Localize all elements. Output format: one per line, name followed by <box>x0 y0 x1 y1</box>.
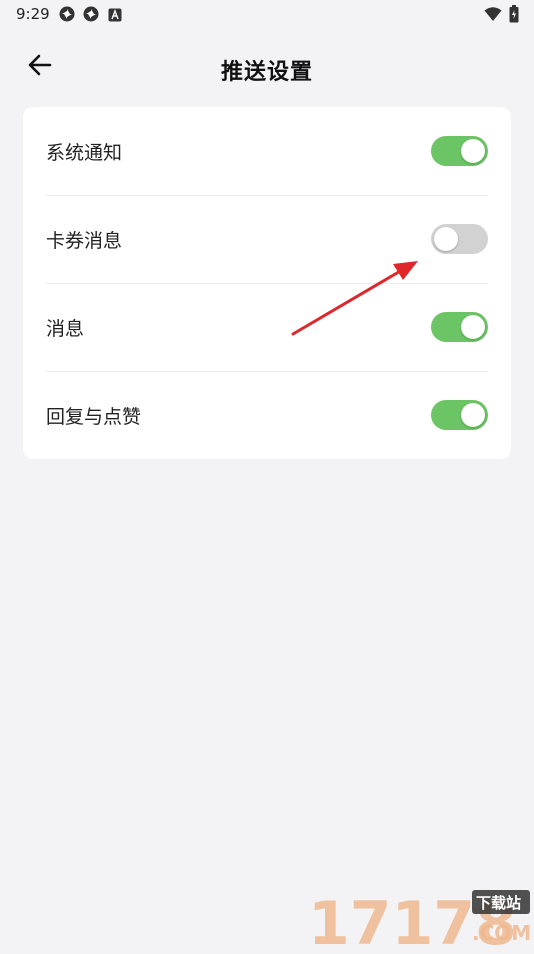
message-toggle[interactable] <box>431 312 488 342</box>
system-notification-toggle[interactable] <box>431 136 488 166</box>
setting-row-reply-like: 回复与点赞 <box>46 371 488 459</box>
pinwheel-icon <box>59 6 75 22</box>
setting-label: 系统通知 <box>46 141 123 164</box>
watermark-tag: 下载站 <box>476 894 521 912</box>
setting-label: 回复与点赞 <box>46 405 142 428</box>
page-title: 推送设置 <box>220 60 313 85</box>
app-a-icon <box>108 7 122 22</box>
setting-row-coupon-message: 卡券消息 <box>46 195 488 284</box>
setting-row-message: 消息 <box>46 283 488 372</box>
watermark-domain: .COM <box>472 921 531 945</box>
wifi-icon <box>484 6 502 22</box>
settings-card: 系统通知 卡券消息 消息 回复与点赞 <box>23 107 511 459</box>
status-bar: 9:29 <box>0 0 534 28</box>
top-app-bar: 推送设置 <box>0 44 534 92</box>
setting-row-system-notification: 系统通知 <box>46 107 488 196</box>
pinwheel-icon <box>83 6 99 22</box>
coupon-message-toggle[interactable] <box>431 224 488 254</box>
setting-label: 消息 <box>46 317 85 340</box>
setting-label: 卡券消息 <box>46 229 123 252</box>
battery-icon <box>509 5 519 23</box>
reply-like-toggle[interactable] <box>431 400 488 430</box>
status-time: 9:29 <box>16 5 50 23</box>
watermark-logo: 17178 下载站 .COM <box>304 888 534 954</box>
